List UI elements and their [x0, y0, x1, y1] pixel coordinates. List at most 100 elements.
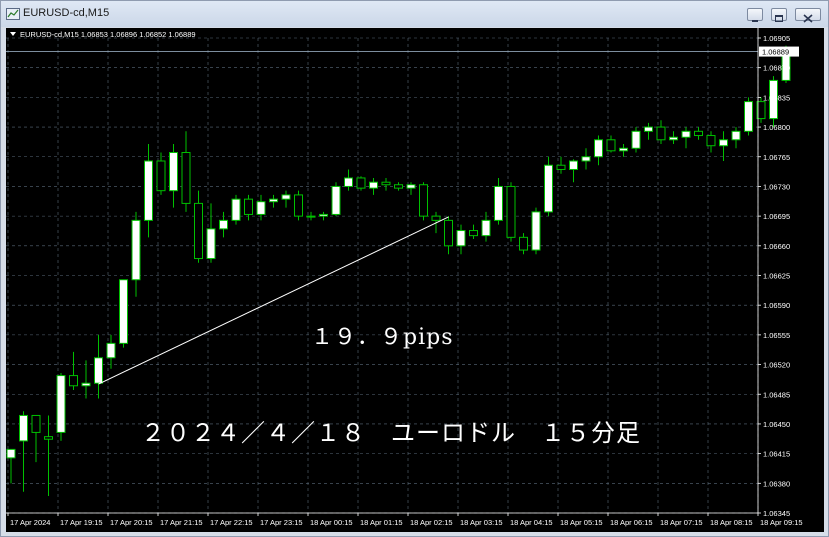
- x-tick-label: 18 Apr 02:15: [410, 518, 453, 527]
- y-tick-label: 1.06555: [763, 331, 790, 340]
- candle-bullish: [644, 126, 653, 132]
- candle-bearish: [606, 139, 616, 152]
- x-tick-label: 18 Apr 07:15: [660, 518, 703, 527]
- candle-bullish: [669, 136, 678, 141]
- chart-canvas: 1.06889 1.06905 1.06870 1.06835 1.06800 1.06…: [6, 28, 803, 527]
- candle-bearish: [419, 184, 428, 217]
- candle-bearish: [706, 135, 716, 147]
- candle-bullish: [581, 156, 591, 162]
- x-tick-label: 18 Apr 09:15: [760, 518, 803, 527]
- candle-bearish: [519, 236, 528, 251]
- x-tick-label: 17 Apr 21:15: [160, 518, 203, 527]
- x-tick-label: 18 Apr 00:15: [310, 518, 353, 527]
- candle-bullish: [481, 219, 491, 237]
- price-chart[interactable]: 1.06889 1.06905 1.06870 1.06835 1.06800 1.06…: [6, 28, 824, 532]
- candle-bullish: [206, 228, 216, 260]
- candle-bullish: [406, 184, 416, 189]
- x-tick-label: 18 Apr 04:15: [510, 518, 553, 527]
- candle-bullish: [306, 215, 316, 218]
- candle-bearish: [244, 198, 253, 215]
- candle-bullish: [269, 198, 278, 203]
- candle-bullish: [319, 213, 328, 217]
- candle-bullish: [106, 342, 116, 359]
- x-tick-label: 18 Apr 03:15: [460, 518, 503, 527]
- candle-bullish: [169, 152, 178, 192]
- candle-bearish: [444, 219, 453, 247]
- y-tick-label: 1.06520: [763, 361, 790, 370]
- pips-annotation: １９．９pips: [311, 325, 454, 350]
- candle-bullish: [6, 448, 16, 459]
- candle-bullish: [94, 357, 103, 384]
- candle-bearish: [656, 126, 666, 141]
- maximize-button[interactable]: [771, 8, 787, 22]
- candle-bullish: [256, 201, 266, 215]
- x-tick-label: 17 Apr 2024: [10, 518, 50, 527]
- candle-bullish: [219, 219, 228, 230]
- y-tick-label: 1.06485: [763, 390, 790, 399]
- candle-bullish: [281, 194, 291, 200]
- x-tick-label: 17 Apr 23:15: [260, 518, 303, 527]
- minimize-icon: [752, 20, 758, 22]
- candle-bullish: [731, 130, 741, 141]
- title-bar[interactable]: EURUSD-cd,M15: [1, 1, 828, 27]
- y-tick-label: 1.06625: [763, 272, 790, 281]
- candle-bullish: [719, 139, 728, 147]
- candle-bearish: [69, 375, 78, 387]
- candle-bullish: [369, 181, 378, 189]
- y-tick-label: 1.06835: [763, 93, 790, 102]
- candle-bullish: [619, 147, 628, 152]
- y-tick-label: 1.06450: [763, 420, 790, 429]
- candle-bullish: [631, 130, 641, 149]
- x-tick-label: 17 Apr 22:15: [210, 518, 253, 527]
- candle-bearish: [181, 152, 191, 204]
- y-tick-label: 1.06905: [763, 34, 790, 43]
- candle-bearish: [469, 230, 478, 237]
- y-tick-label: 1.06730: [763, 182, 790, 191]
- candle-bearish: [394, 184, 403, 189]
- candle-bullish: [144, 160, 153, 221]
- candle-bullish: [56, 375, 66, 433]
- candle-bearish: [31, 414, 41, 433]
- minimize-button[interactable]: [747, 8, 763, 22]
- x-tick-label: 17 Apr 19:15: [60, 518, 103, 527]
- candle-bearish: [294, 194, 303, 217]
- close-icon: [803, 14, 813, 23]
- candle-bullish: [344, 177, 353, 187]
- candle-bearish: [506, 185, 516, 238]
- y-tick-label: 1.06695: [763, 212, 790, 221]
- maximize-icon: [775, 15, 783, 22]
- y-tick-label: 1.06380: [763, 479, 790, 488]
- x-tick-label: 18 Apr 08:15: [710, 518, 753, 527]
- candle-bearish: [431, 215, 441, 221]
- chart-window-icon: [6, 8, 20, 20]
- window-title: EURUSD-cd,M15: [23, 7, 110, 19]
- candle-bullish: [531, 211, 541, 251]
- candle-bearish: [356, 177, 366, 189]
- terminal-window: EURUSD-cd,M15 1.06889 1.06905 1.06870 1.06…: [0, 0, 829, 537]
- x-tick-label: 18 Apr 05:15: [560, 518, 603, 527]
- candle-bearish: [694, 130, 703, 137]
- candle-bullish: [231, 198, 241, 221]
- x-tick-label: 18 Apr 01:15: [360, 518, 403, 527]
- candle-bullish: [119, 279, 128, 344]
- trendline[interactable]: [98, 216, 449, 385]
- y-tick-label: 1.06345: [763, 509, 790, 518]
- candle-bearish: [156, 160, 166, 192]
- x-tick-label: 17 Apr 20:15: [110, 518, 153, 527]
- x-tick-label: 18 Apr 06:15: [610, 518, 653, 527]
- current-price-label: 1.06889: [762, 48, 789, 57]
- candle-bullish: [19, 414, 28, 442]
- candle-bearish: [194, 202, 203, 260]
- y-tick-label: 1.06660: [763, 242, 790, 251]
- candle-bullish: [456, 230, 466, 247]
- candle-bullish: [331, 185, 341, 215]
- candle-bullish: [681, 130, 691, 138]
- candle-bearish: [44, 436, 53, 440]
- y-tick-label: 1.06870: [763, 64, 790, 73]
- candle-bullish: [81, 382, 91, 387]
- candle-bullish: [744, 101, 753, 132]
- header-dropdown-icon[interactable]: [10, 32, 16, 36]
- close-button[interactable]: [795, 8, 821, 23]
- y-tick-label: 1.06415: [763, 450, 790, 459]
- candle-bearish: [556, 164, 566, 170]
